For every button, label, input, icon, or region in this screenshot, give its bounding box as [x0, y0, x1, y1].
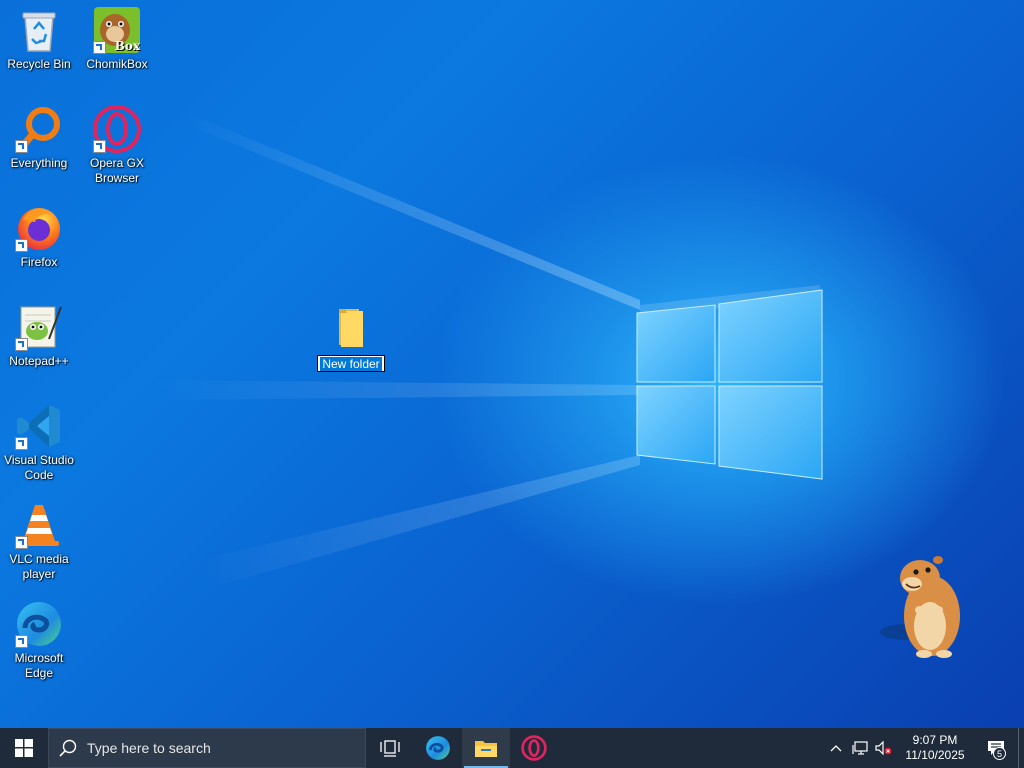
taskbar-edge-button[interactable] [414, 728, 462, 768]
desktop-icon-label: Recycle Bin [7, 57, 71, 71]
shortcut-arrow-icon [15, 338, 28, 351]
taskbar-search-box[interactable]: Type here to search [48, 728, 366, 768]
desktop-icon-vscode[interactable]: Visual Studio Code [0, 402, 78, 483]
taskbar-file-explorer-button[interactable] [462, 728, 510, 768]
desktop-icon-label: ChomikBox [86, 57, 148, 71]
shortcut-arrow-icon [15, 536, 28, 549]
recycle-bin-icon [15, 6, 63, 54]
opera-gx-icon [93, 105, 141, 153]
desktop-icon-chomikbox[interactable]: Box ChomikBox [78, 6, 156, 72]
desktop-icon-vlc[interactable]: VLC media player [0, 501, 78, 582]
show-hidden-icons-button[interactable] [824, 728, 848, 768]
chevron-up-icon [830, 745, 842, 752]
desktop-icon-label: Firefox [20, 255, 58, 269]
shortcut-arrow-icon [93, 140, 106, 153]
everything-search-icon [15, 105, 63, 153]
desktop-icon-new-folder[interactable] [327, 306, 371, 350]
desktop-icon-label: Visual Studio Code [4, 453, 74, 482]
shortcut-arrow-icon [15, 140, 28, 153]
desktop-icon-microsoft-edge[interactable]: Microsoft Edge [0, 600, 78, 681]
windows-start-icon [15, 739, 33, 757]
taskbar: Type here to search 9:07 PM 11/10/2025 5 [0, 728, 1024, 768]
volume-button[interactable] [872, 728, 896, 768]
network-button[interactable] [848, 728, 872, 768]
notification-count-badge: 5 [993, 747, 1006, 760]
desktop-icon-recycle-bin[interactable]: Recycle Bin [0, 6, 78, 72]
folder-icon [339, 309, 363, 347]
taskbar-opera-button[interactable] [510, 728, 558, 768]
file-explorer-icon [475, 741, 497, 757]
desktop[interactable]: Recycle Bin Box ChomikBox Everything Ope… [0, 0, 1024, 728]
notepad-plus-plus-icon [15, 303, 63, 351]
folder-rename-selected-text[interactable]: New folder [320, 356, 382, 371]
desktop-icon-everything[interactable]: Everything [0, 105, 78, 171]
clock[interactable]: 9:07 PM 11/10/2025 [896, 733, 974, 763]
hamster-desktop-pet[interactable] [876, 550, 964, 660]
desktop-icon-label: Notepad++ [9, 354, 69, 368]
vlc-icon [15, 501, 63, 549]
folder-rename-input[interactable]: New folder [317, 355, 385, 372]
shortcut-arrow-icon [15, 437, 28, 450]
desktop-icon-label: Opera GX Browser [89, 156, 145, 185]
chomikbox-badge-text: Box [114, 39, 140, 53]
windows-logo-wallpaper [636, 289, 823, 480]
clock-date: 11/10/2025 [905, 748, 965, 762]
shortcut-arrow-icon [93, 41, 106, 54]
action-center-button[interactable]: 5 [974, 728, 1018, 768]
shortcut-arrow-icon [15, 635, 28, 648]
edge-icon [15, 600, 63, 648]
firefox-icon [15, 204, 63, 252]
network-icon [852, 741, 868, 755]
desktop-icon-firefox[interactable]: Firefox [0, 204, 78, 270]
vscode-icon [15, 402, 63, 450]
desktop-icon-label: Microsoft Edge [14, 651, 64, 680]
edge-icon [426, 736, 450, 760]
chomikbox-icon: Box [93, 6, 141, 54]
show-desktop-button[interactable] [1018, 728, 1024, 768]
opera-icon [521, 735, 547, 761]
shortcut-arrow-icon [15, 239, 28, 252]
search-placeholder: Type here to search [87, 740, 211, 756]
volume-muted-icon [875, 741, 892, 755]
desktop-icon-label: Everything [10, 156, 68, 170]
clock-time: 9:07 PM [912, 733, 958, 747]
search-icon [59, 739, 77, 757]
desktop-icon-opera-gx[interactable]: Opera GX Browser [78, 105, 156, 186]
system-tray: 9:07 PM 11/10/2025 5 [824, 728, 1024, 768]
task-view-button[interactable] [366, 728, 414, 768]
task-view-icon [380, 740, 400, 757]
start-button[interactable] [0, 728, 48, 768]
desktop-icon-label: VLC media player [9, 552, 69, 581]
desktop-icon-notepad-plus-plus[interactable]: Notepad++ [0, 303, 78, 369]
